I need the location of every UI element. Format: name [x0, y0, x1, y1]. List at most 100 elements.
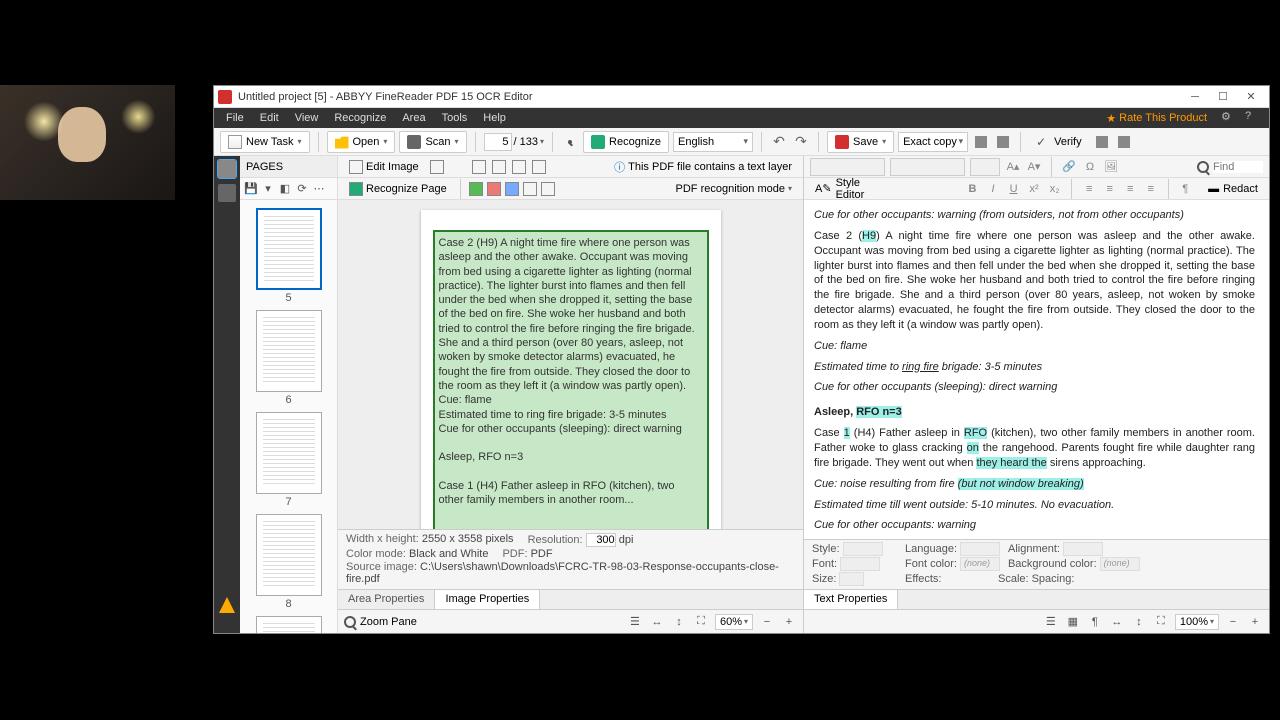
menu-edit[interactable]: Edit: [252, 110, 287, 126]
link-icon[interactable]: 🔗: [1061, 159, 1077, 175]
thumb-9[interactable]: [256, 616, 322, 633]
zoom-in-button[interactable]: +: [781, 614, 797, 630]
text-fit-width-icon[interactable]: ↔: [1109, 614, 1125, 630]
text-layout-icon-1[interactable]: ☰: [1043, 614, 1059, 630]
text-zoom-select[interactable]: 100%▾: [1175, 614, 1219, 630]
save-button[interactable]: Save▾: [827, 131, 894, 153]
settings-icon[interactable]: ⚙: [1221, 110, 1237, 126]
crop-icon[interactable]: [430, 160, 444, 174]
fit-height-icon[interactable]: ↕: [671, 614, 687, 630]
style-select[interactable]: [810, 158, 885, 176]
thumb-7[interactable]: [256, 412, 322, 494]
text-asleep-header[interactable]: Asleep, RFO n=3: [814, 405, 1255, 420]
menu-recognize[interactable]: Recognize: [326, 110, 394, 126]
minimize-button[interactable]: ─: [1181, 87, 1209, 107]
decrease-font-icon[interactable]: A▾: [1026, 159, 1042, 175]
align-left-button[interactable]: ≡: [1081, 181, 1097, 197]
menu-view[interactable]: View: [287, 110, 327, 126]
redact-button[interactable]: ▬Redact: [1203, 181, 1263, 197]
recognize-button[interactable]: Recognize: [583, 131, 669, 153]
exact-copy-select[interactable]: Exact copy: [898, 132, 968, 152]
thumb-6[interactable]: [256, 310, 322, 392]
select-icon[interactable]: [512, 160, 526, 174]
increase-font-icon[interactable]: A▴: [1005, 159, 1021, 175]
text-c1-occ[interactable]: Cue for other occupants: warning: [814, 518, 1255, 533]
verify-button[interactable]: Verify: [1029, 131, 1089, 153]
recognized-text-area[interactable]: Case 2 (H9) A night time fire where one …: [433, 230, 709, 529]
text-zoom-in-button[interactable]: +: [1247, 614, 1263, 630]
zoom-select[interactable]: 60%▾: [715, 614, 753, 630]
page-current-input[interactable]: [484, 133, 512, 151]
superscript-button[interactable]: x²: [1026, 181, 1042, 197]
page-layers-icon[interactable]: ◧: [278, 182, 292, 196]
fit-list-icon[interactable]: ☰: [627, 614, 643, 630]
image-viewport[interactable]: Case 2 (H9) A night time fire where one …: [338, 200, 803, 529]
zoom-tool-icon[interactable]: [561, 133, 579, 151]
warning-icon[interactable]: [219, 597, 235, 613]
size-select[interactable]: [970, 158, 1000, 176]
recognize-page-button[interactable]: Recognize Page: [344, 180, 452, 198]
text-case1[interactable]: Case 1 (H4) Father asleep in RFO (kitche…: [814, 426, 1255, 471]
redo-button[interactable]: [792, 133, 810, 151]
thumbnails-list[interactable]: 5 6 7 8: [240, 200, 337, 633]
tab-area-properties[interactable]: Area Properties: [338, 590, 435, 609]
italic-button[interactable]: I: [985, 181, 1001, 197]
text-cue-flame[interactable]: Cue: flame: [814, 339, 1255, 354]
page-arrow-icon[interactable]: ▾: [261, 182, 275, 196]
text-fit-page-icon[interactable]: ⛶: [1153, 614, 1169, 630]
new-task-button[interactable]: New Task▾: [220, 131, 310, 153]
area-other-icon[interactable]: [541, 182, 555, 196]
page-more-icon[interactable]: ⋯: [312, 182, 326, 196]
bold-button[interactable]: B: [965, 181, 981, 197]
rate-product-link[interactable]: ★Rate This Product: [1106, 112, 1207, 125]
page-save-icon[interactable]: 💾: [244, 182, 258, 196]
text-est1[interactable]: Estimated time to ring fire brigade: 3-5…: [814, 360, 1255, 375]
page-refresh-icon[interactable]: ⟳: [295, 182, 309, 196]
area-barcode-icon[interactable]: [523, 182, 537, 196]
text-zoom-out-button[interactable]: −: [1225, 614, 1241, 630]
area-text-icon[interactable]: [469, 182, 483, 196]
text-pilcrow-icon[interactable]: ¶: [1087, 614, 1103, 630]
subscript-button[interactable]: x₂: [1047, 181, 1063, 197]
zoom-out-button[interactable]: −: [759, 614, 775, 630]
image-icon[interactable]: 🖼: [1103, 159, 1119, 175]
align-center-button[interactable]: ≡: [1102, 181, 1118, 197]
open-button[interactable]: Open▾: [327, 131, 396, 153]
close-button[interactable]: ✕: [1237, 87, 1265, 107]
area-table-icon[interactable]: [505, 182, 519, 196]
resolution-input[interactable]: [586, 533, 616, 547]
tool-icon-a[interactable]: [1093, 133, 1111, 151]
underline-button[interactable]: U: [1006, 181, 1022, 197]
zoom-pane-button[interactable]: Zoom Pane: [344, 616, 417, 628]
tab-image-properties[interactable]: Image Properties: [435, 590, 540, 609]
align-right-button[interactable]: ≡: [1122, 181, 1138, 197]
text-c1-cue[interactable]: Cue: noise resulting from fire (but not …: [814, 477, 1255, 492]
language-select[interactable]: English: [673, 132, 753, 152]
menu-file[interactable]: File: [218, 110, 252, 126]
fit-page-icon[interactable]: ⛶: [693, 614, 709, 630]
menu-help[interactable]: Help: [475, 110, 514, 126]
layout-icon-2[interactable]: [994, 133, 1012, 151]
layout-icon-1[interactable]: [972, 133, 990, 151]
text-fit-height-icon[interactable]: ↕: [1131, 614, 1147, 630]
hand-icon[interactable]: [492, 160, 506, 174]
text-line[interactable]: Cue for other occupants: warning (from o…: [814, 208, 1255, 223]
tool-icon-b[interactable]: [1115, 133, 1133, 151]
page-image[interactable]: Case 2 (H9) A night time fire where one …: [421, 210, 721, 529]
thumb-5[interactable]: [256, 208, 322, 290]
edit-image-button[interactable]: Edit Image: [344, 158, 424, 176]
text-cue-sleep[interactable]: Cue for other occupants (sleeping): dire…: [814, 380, 1255, 395]
recognized-text-view[interactable]: Cue for other occupants: warning (from o…: [804, 200, 1269, 539]
menu-area[interactable]: Area: [394, 110, 433, 126]
pointer-icon[interactable]: [472, 160, 486, 174]
rtl-button[interactable]: ¶: [1178, 181, 1194, 197]
text-case2[interactable]: Case 2 (H9) A night time fire where one …: [814, 229, 1255, 333]
rail-list-icon[interactable]: [218, 184, 236, 202]
text-layout-icon-2[interactable]: ▦: [1065, 614, 1081, 630]
align-justify-button[interactable]: ≡: [1143, 181, 1159, 197]
undo-button[interactable]: [770, 133, 788, 151]
find-input[interactable]: [1213, 161, 1263, 173]
style-editor-button[interactable]: A✎Style Editor: [810, 175, 895, 203]
scan-button[interactable]: Scan▾: [399, 131, 466, 153]
area-picture-icon[interactable]: [487, 182, 501, 196]
